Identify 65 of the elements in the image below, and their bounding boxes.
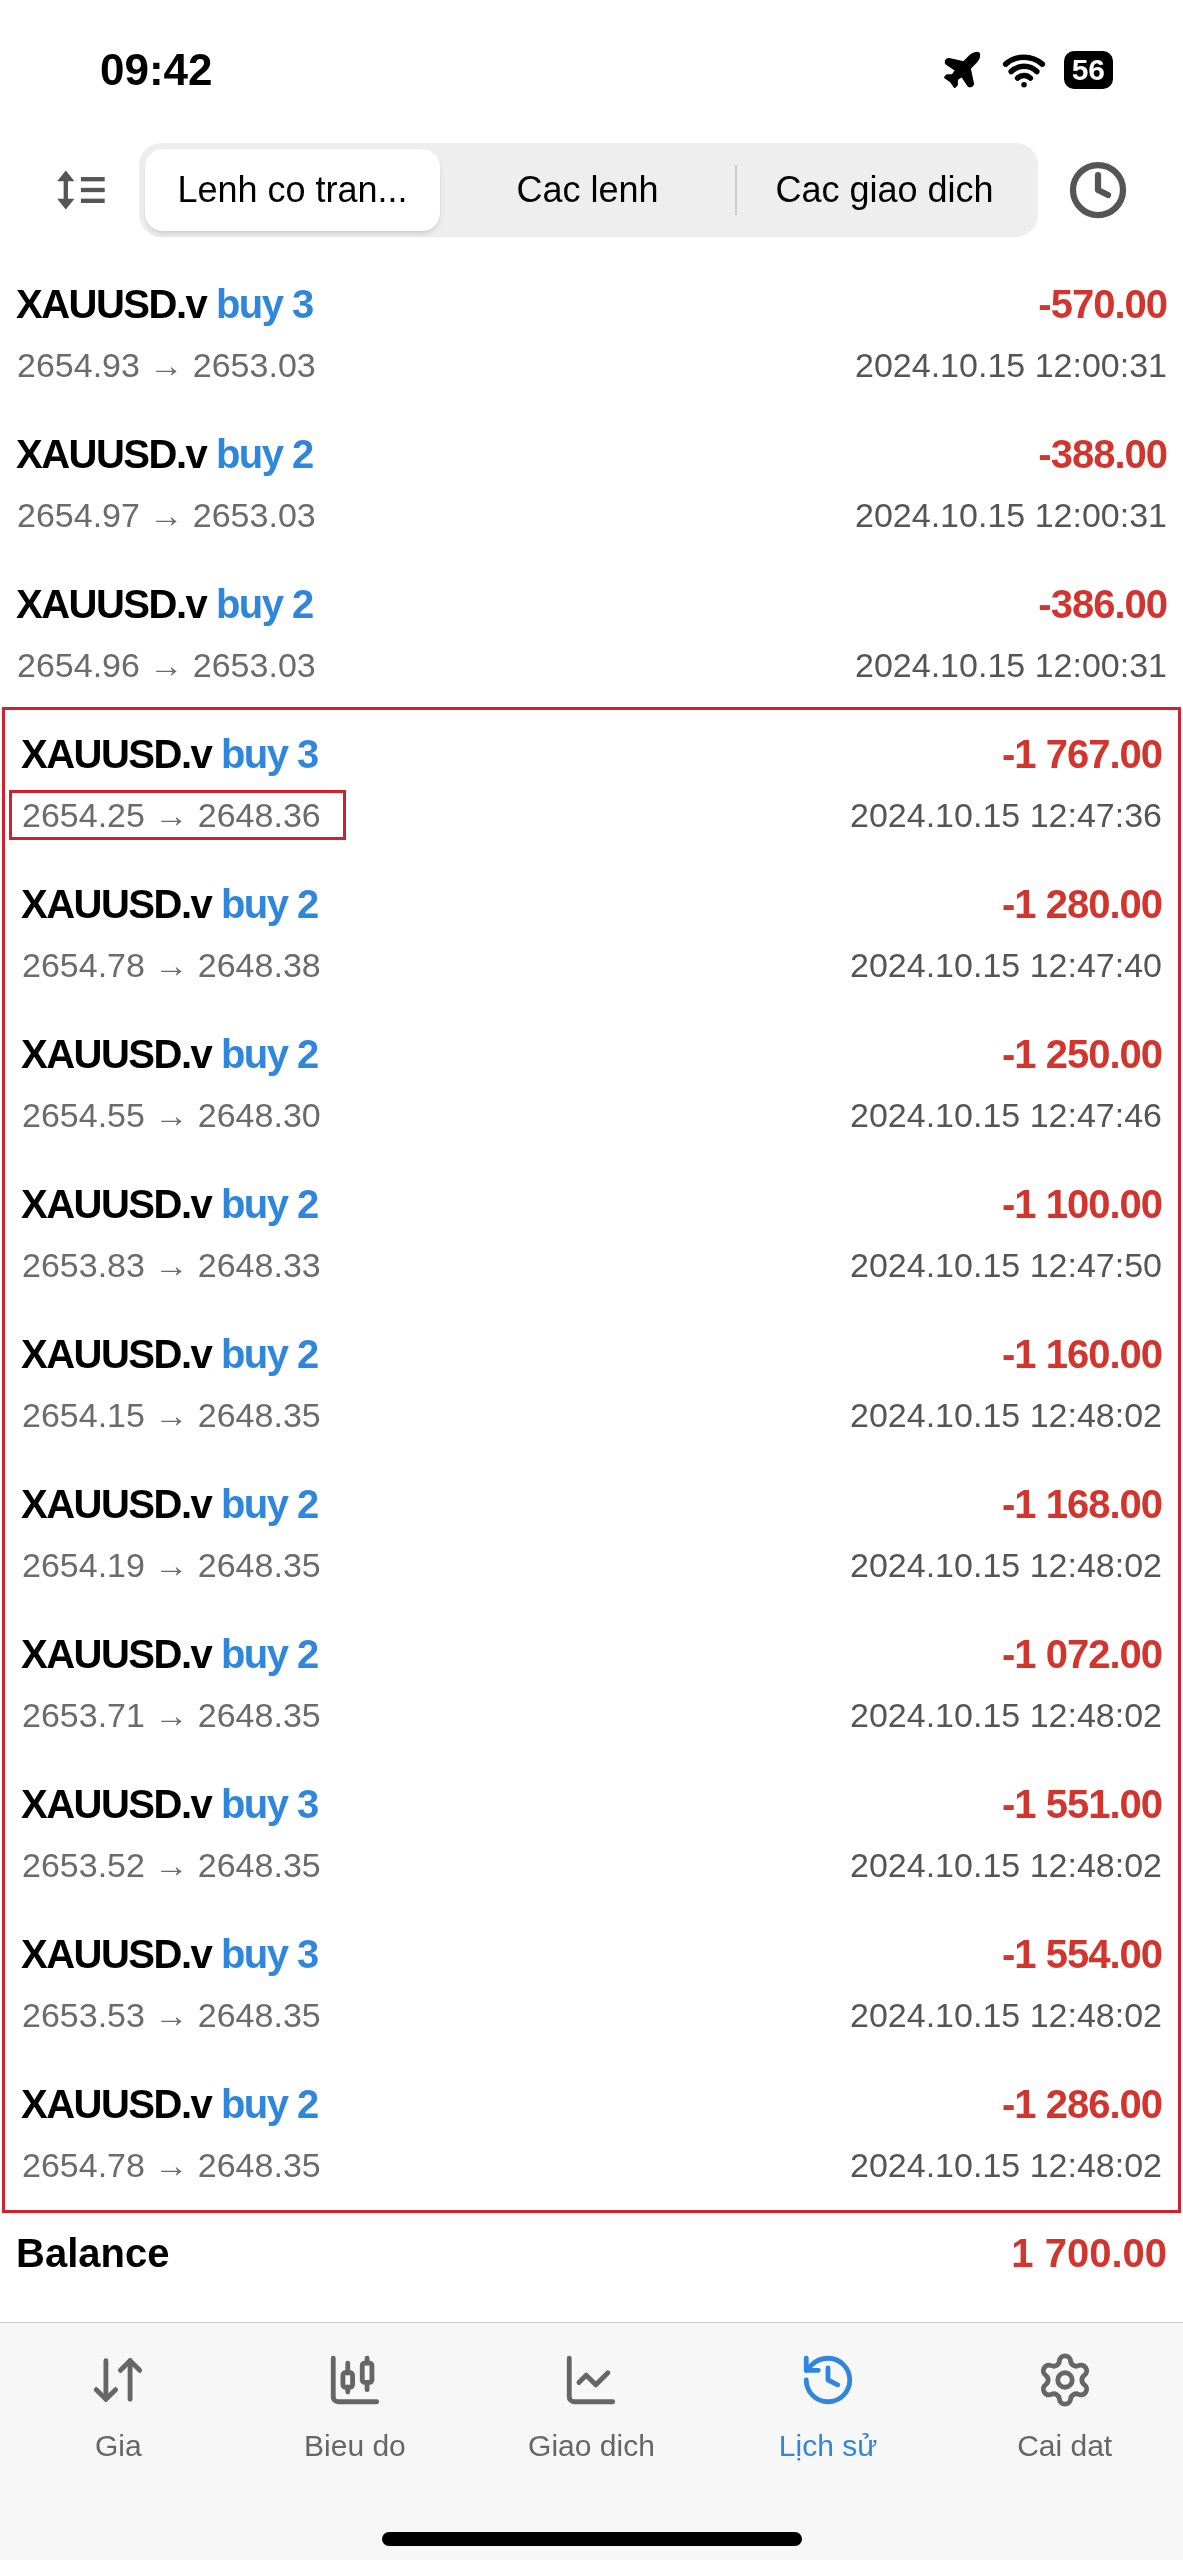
trade-profit: -1 280.00 <box>1001 881 1162 928</box>
nav-tab[interactable]: Cai dat <box>964 2351 1165 2468</box>
nav-tab[interactable]: Lịch sử <box>728 2351 929 2468</box>
trade-time: 2024.10.15 12:47:40 <box>850 945 1162 986</box>
nav-tab[interactable]: Gia <box>18 2351 219 2468</box>
balance-label: Balance <box>16 2230 170 2277</box>
clock-icon[interactable] <box>1068 160 1128 220</box>
battery-level: 56 <box>1063 51 1113 89</box>
trade-symbol: XAUUSD.v buy 3 <box>16 281 313 328</box>
trade-symbol: XAUUSD.v buy 3 <box>21 731 318 778</box>
price-range: 2654.78 → 2648.38 <box>21 945 322 986</box>
trade-profit: -388.00 <box>1038 431 1167 478</box>
trade-profit: -1 551.00 <box>1001 1781 1162 1828</box>
price-range: 2654.93 → 2653.03 <box>16 345 317 386</box>
trade-symbol: XAUUSD.v buy 2 <box>21 1181 318 1228</box>
price-range: 2653.83 → 2648.33 <box>21 1245 322 1286</box>
trade-profit: -1 250.00 <box>1001 1031 1162 1078</box>
trade-symbol: XAUUSD.v buy 2 <box>16 581 313 628</box>
nav-tab[interactable]: Bieu do <box>254 2351 455 2468</box>
price-range: 2654.78 → 2648.35 <box>21 2145 322 2186</box>
segment-tab[interactable]: Lenh co tran... <box>145 149 440 231</box>
balance-value: 1 700.00 <box>1011 2230 1167 2277</box>
trade-symbol: XAUUSD.v buy 2 <box>21 2081 318 2128</box>
price-range: 2654.96 → 2653.03 <box>16 645 317 686</box>
price-range: 2654.25 → 2648.36 <box>9 790 346 840</box>
trade-symbol: XAUUSD.v buy 3 <box>21 1781 318 1828</box>
trade-time: 2024.10.15 12:00:31 <box>855 495 1167 536</box>
trade-symbol: XAUUSD.v buy 3 <box>21 1931 318 1978</box>
trade-time: 2024.10.15 12:00:31 <box>855 345 1167 386</box>
trade-time: 2024.10.15 12:48:02 <box>850 1545 1162 1586</box>
trade-time: 2024.10.15 12:47:50 <box>850 1245 1162 1286</box>
trade-profit: -1 554.00 <box>1001 1931 1162 1978</box>
trade-symbol: XAUUSD.v buy 2 <box>21 1631 318 1678</box>
trade-time: 2024.10.15 12:47:36 <box>850 795 1162 836</box>
segment-tab[interactable]: Cac lenh <box>440 149 735 231</box>
segment-tab[interactable]: Cac giao dich <box>737 149 1032 231</box>
trade-profit: -1 100.00 <box>1001 1181 1162 1228</box>
price-range: 2654.19 → 2648.35 <box>21 1545 322 1586</box>
trade-profit: -1 767.00 <box>1001 731 1162 778</box>
trade-symbol: XAUUSD.v buy 2 <box>21 881 318 928</box>
trade-time: 2024.10.15 12:48:02 <box>850 1395 1162 1436</box>
trade-time: 2024.10.15 12:00:31 <box>855 645 1167 686</box>
price-range: 2653.52 → 2648.35 <box>21 1845 322 1886</box>
trade-profit: -570.00 <box>1038 281 1167 328</box>
price-range: 2654.55 → 2648.30 <box>21 1095 322 1136</box>
trade-profit: -1 286.00 <box>1001 2081 1162 2128</box>
trade-symbol: XAUUSD.v buy 2 <box>21 1031 318 1078</box>
trade-profit: -386.00 <box>1038 581 1167 628</box>
trade-time: 2024.10.15 12:47:46 <box>850 1095 1162 1136</box>
price-range: 2653.71 → 2648.35 <box>21 1695 322 1736</box>
trade-symbol: XAUUSD.v buy 2 <box>21 1481 318 1528</box>
price-range: 2654.15 → 2648.35 <box>21 1395 322 1436</box>
price-range: 2654.97 → 2653.03 <box>16 495 317 536</box>
price-range: 2653.53 → 2648.35 <box>21 1995 322 2036</box>
status-time: 09:42 <box>100 44 213 96</box>
trade-time: 2024.10.15 12:48:02 <box>850 1995 1162 2036</box>
trade-symbol: XAUUSD.v buy 2 <box>16 431 313 478</box>
trade-profit: -1 168.00 <box>1001 1481 1162 1528</box>
trade-profit: -1 072.00 <box>1001 1631 1162 1678</box>
nav-tab[interactable]: Giao dich <box>491 2351 692 2468</box>
trade-time: 2024.10.15 12:48:02 <box>850 1695 1162 1736</box>
trade-time: 2024.10.15 12:48:02 <box>850 1845 1162 1886</box>
trade-symbol: XAUUSD.v buy 2 <box>21 1331 318 1378</box>
trade-time: 2024.10.15 12:48:02 <box>850 2145 1162 2186</box>
trade-profit: -1 160.00 <box>1001 1331 1162 1378</box>
